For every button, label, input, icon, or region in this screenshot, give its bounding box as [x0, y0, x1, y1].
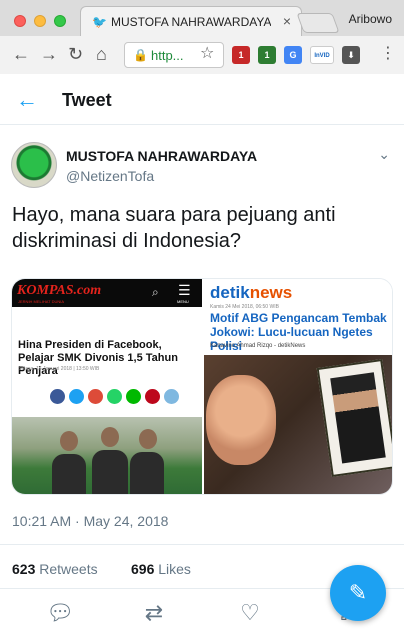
- person-figure: [52, 454, 86, 494]
- retweets-label: Retweets: [39, 561, 98, 577]
- detik-logo-a: detik: [210, 283, 250, 302]
- forward-icon[interactable]: →: [40, 44, 58, 64]
- like-icon[interactable]: ♡: [236, 599, 264, 627]
- divider: [0, 544, 404, 545]
- person-figure: [130, 452, 164, 494]
- portrait-frame: [316, 358, 392, 478]
- maximize-window-button[interactable]: [54, 15, 66, 27]
- kompas-header: KOMPAS.com JERNIH MELIHAT DUNIA ⌕ ☰ MENU: [12, 279, 202, 307]
- person-head: [139, 429, 157, 449]
- home-icon[interactable]: ⌂: [96, 44, 107, 64]
- detik-photo: [204, 355, 392, 494]
- profile-name[interactable]: Aribowo: [349, 12, 392, 26]
- twitter-icon: [69, 389, 84, 404]
- detik-author: Kanavino Ahmad Rizqo - detikNews: [210, 343, 306, 349]
- detik-logo-b: news: [249, 283, 293, 302]
- reply-icon[interactable]: 💬︎: [46, 599, 74, 627]
- kompas-headline: Hina Presiden di Facebook, Pelajar SMK D…: [18, 339, 178, 377]
- browser-chrome: 🐦 MUSTOFA NAHRAWARDAYA × Aribowo ← → ↻ ⌂…: [0, 0, 404, 74]
- google-translate-icon[interactable]: G: [284, 46, 302, 64]
- ublock-icon[interactable]: 1: [232, 46, 250, 64]
- tweet-timestamp[interactable]: 10:21 AM · May 24, 2018: [12, 513, 168, 529]
- tweet-text: Hayo, mana suara para pejuang anti diskr…: [12, 204, 336, 252]
- person-figure: [92, 450, 128, 494]
- person-head: [60, 431, 78, 451]
- invid-icon[interactable]: InVID: [310, 46, 334, 64]
- avatar[interactable]: [11, 142, 57, 188]
- likes-label: Likes: [158, 561, 191, 577]
- twitter-bird-icon: 🐦: [92, 15, 107, 29]
- whatsapp-icon: [107, 389, 122, 404]
- back-icon[interactable]: ←: [12, 44, 30, 64]
- page-title: Tweet: [62, 90, 112, 110]
- retweet-icon[interactable]: ⇄: [140, 599, 168, 627]
- menu-icon: ☰: [178, 282, 191, 298]
- person-head: [101, 427, 119, 447]
- kompas-logo: KOMPAS.com: [17, 283, 102, 298]
- minimize-window-button[interactable]: [34, 15, 46, 27]
- tweet-media[interactable]: KOMPAS.com JERNIH MELIHAT DUNIA ⌕ ☰ MENU…: [11, 278, 393, 495]
- browser-toolbar: ← → ↻ ⌂ 🔒 http... ☆ 1 1 G InVID ⬇ ⋮: [0, 36, 404, 74]
- detik-logo: detiknews: [210, 283, 292, 303]
- detik-date: Kamis 24 Mei 2018, 06:50 WIB: [210, 304, 279, 310]
- tab-close-icon[interactable]: ×: [283, 13, 291, 29]
- share-icons: [50, 389, 195, 407]
- likes-stat[interactable]: 696 Likes: [131, 561, 191, 577]
- browser-menu-icon[interactable]: ⋮: [380, 44, 396, 64]
- kompas-menu-label: MENU: [177, 299, 189, 304]
- retweets-stat[interactable]: 623 Retweets: [12, 561, 98, 577]
- google-plus-icon: [88, 389, 103, 404]
- chevron-down-icon[interactable]: ⌄: [378, 146, 390, 163]
- media-image-detik[interactable]: detiknews Kamis 24 Mei 2018, 06:50 WIB M…: [204, 279, 392, 494]
- courtroom-photo: [12, 417, 202, 494]
- portrait-image: [330, 372, 386, 464]
- likes-count: 696: [131, 561, 155, 577]
- comment-icon: [164, 389, 179, 404]
- line-icon: [126, 389, 141, 404]
- media-image-kompas[interactable]: KOMPAS.com JERNIH MELIHAT DUNIA ⌕ ☰ MENU…: [12, 279, 202, 494]
- tab-title: MUSTOFA NAHRAWARDAYA: [111, 15, 271, 29]
- browser-tab[interactable]: 🐦 MUSTOFA NAHRAWARDAYA ×: [80, 6, 302, 36]
- retweets-count: 623: [12, 561, 36, 577]
- bookmark-star-icon[interactable]: ☆: [200, 44, 214, 64]
- kompas-date: Selasa, 16 Januari 2018 | 13:50 WIB: [18, 366, 100, 372]
- kompas-tagline: JERNIH MELIHAT DUNIA: [18, 299, 65, 304]
- pinterest-icon: [145, 389, 160, 404]
- boy-face: [206, 375, 276, 465]
- quill-icon: ✎: [348, 580, 368, 605]
- url-text: http...: [151, 48, 184, 63]
- download-extension-icon[interactable]: ⬇: [342, 46, 360, 64]
- green-extension-icon[interactable]: 1: [258, 46, 276, 64]
- tweet-header: ← Tweet: [0, 75, 404, 125]
- back-arrow-icon[interactable]: ←: [16, 87, 38, 113]
- facebook-icon: [50, 389, 65, 404]
- user-handle[interactable]: @NetizenTofa: [66, 168, 154, 184]
- display-name[interactable]: MUSTOFA NAHRAWARDAYA: [66, 148, 257, 164]
- compose-tweet-button[interactable]: ✎: [330, 565, 386, 621]
- lock-icon: 🔒: [133, 48, 148, 62]
- reload-icon[interactable]: ↻: [68, 44, 83, 64]
- search-icon: ⌕: [152, 285, 159, 299]
- new-tab-button[interactable]: [296, 13, 340, 33]
- close-window-button[interactable]: [14, 15, 26, 27]
